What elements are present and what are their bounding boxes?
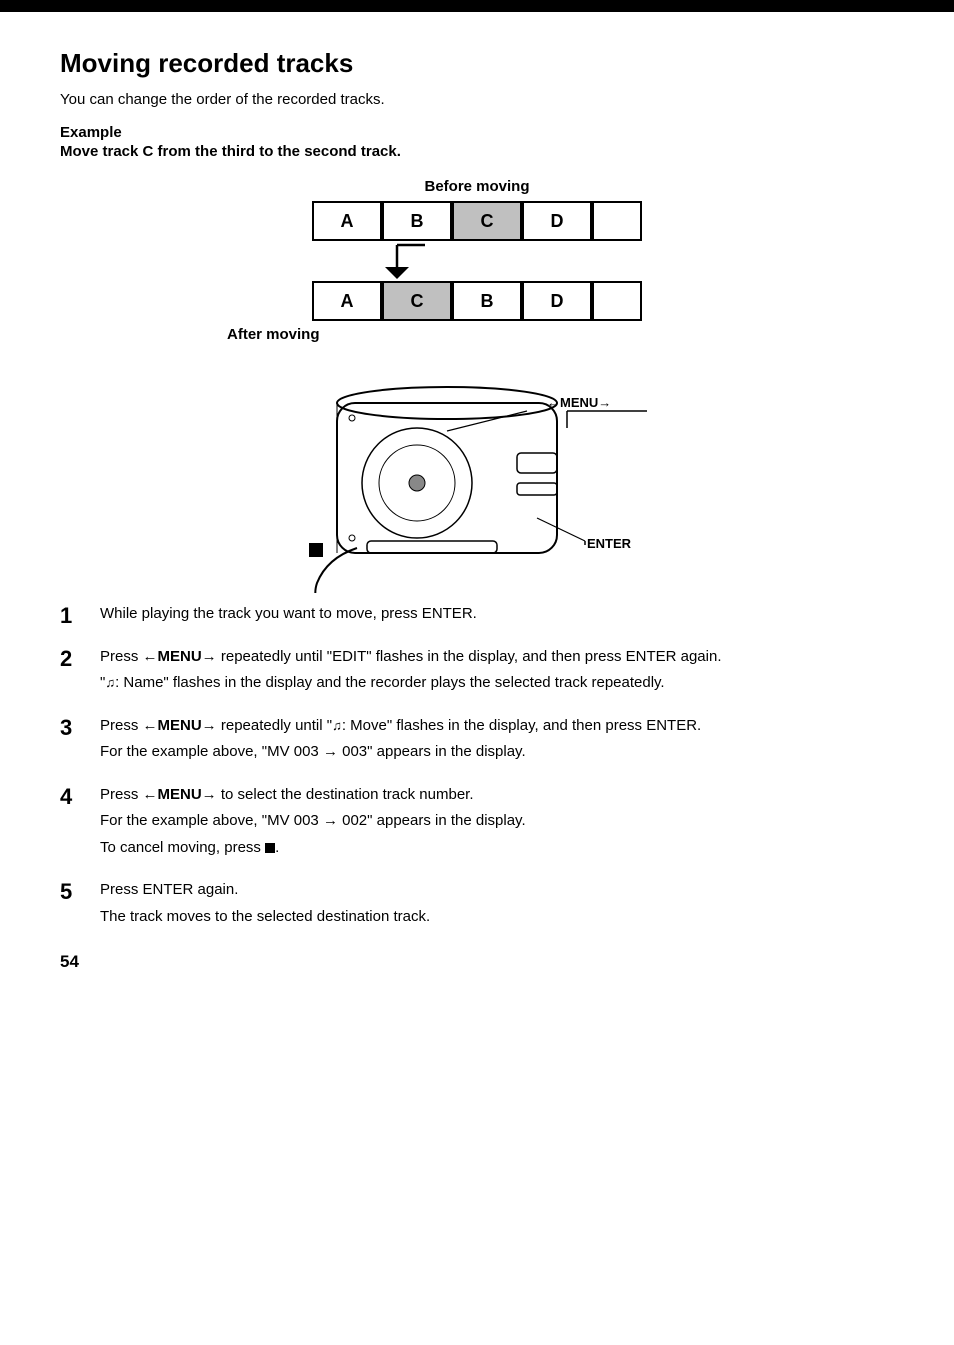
after-moving-label: After moving — [227, 326, 320, 343]
step-3-line-1: Press ←MENU→ repeatedly until "♫: Move" … — [100, 715, 894, 738]
step-1-line-1: While playing the track you want to move… — [100, 603, 894, 626]
stop-icon — [265, 843, 275, 853]
move-arrow-svg — [357, 241, 437, 281]
step-2-number: 2 — [60, 646, 90, 672]
example-subtitle: Move track C from the third to the secon… — [60, 143, 894, 160]
step-3-line-2: For the example above, "MV 003 → 003" ap… — [100, 741, 894, 764]
svg-text:ENTER: ENTER — [587, 536, 632, 551]
track-cell-after-d: D — [522, 281, 592, 321]
step-3-content: Press ←MENU→ repeatedly until "♫: Move" … — [100, 715, 894, 768]
step-4: 4 Press ←MENU→ to select the destination… — [60, 784, 894, 864]
step-5-line-1: Press ENTER again. — [100, 879, 894, 902]
device-illustration: ←MENU→ ENTER — [227, 353, 727, 593]
step-2-line-1: Press ←MENU→ repeatedly until "EDIT" fla… — [100, 646, 894, 669]
svg-text:←MENU→: ←MENU→ — [547, 395, 611, 410]
track-cell-before-a: A — [312, 201, 382, 241]
step-2-line-2: "♫: Name" flashes in the display and the… — [100, 672, 894, 695]
before-moving-label: Before moving — [424, 178, 529, 195]
track-cell-after-a: A — [312, 281, 382, 321]
step-3: 3 Press ←MENU→ repeatedly until "♫: Move… — [60, 715, 894, 768]
page-title: Moving recorded tracks — [60, 48, 894, 79]
track-cell-after-b: B — [452, 281, 522, 321]
menu-label-group: ←MENU→ — [447, 395, 647, 431]
step-5-content: Press ENTER again. The track moves to th… — [100, 879, 894, 932]
before-tracks-row: A B C D — [312, 201, 642, 241]
track-cell-before-c: C — [452, 201, 522, 241]
step-2: 2 Press ←MENU→ repeatedly until "EDIT" f… — [60, 646, 894, 699]
menu-arrow-icon-3: ←MENU→ — [143, 786, 217, 803]
step-5-line-2: The track moves to the selected destinat… — [100, 906, 894, 929]
track-cell-after-c: C — [382, 281, 452, 321]
step-1-number: 1 — [60, 603, 90, 629]
steps-section: 1 While playing the track you want to mo… — [60, 603, 894, 932]
top-bar — [0, 0, 954, 12]
between-arrow — [227, 241, 727, 281]
step-5: 5 Press ENTER again. The track moves to … — [60, 879, 894, 932]
step-5-number: 5 — [60, 879, 90, 905]
device-svg: ←MENU→ ENTER — [227, 353, 727, 593]
step-4-line-2: For the example above, "MV 003 → 002" ap… — [100, 810, 894, 833]
enter-label-group: ENTER — [537, 518, 632, 551]
step-4-content: Press ←MENU→ to select the destination t… — [100, 784, 894, 864]
track-cell-before-b: B — [382, 201, 452, 241]
page-number: 54 — [60, 952, 894, 972]
track-cell-after-empty — [592, 281, 642, 321]
track-diagram: Before moving A B C D A C B D After movi… — [227, 178, 727, 343]
after-tracks-row: A C B D — [312, 281, 642, 321]
menu-arrow-icon-2: ←MENU→ — [143, 717, 217, 734]
step-2-content: Press ←MENU→ repeatedly until "EDIT" fla… — [100, 646, 894, 699]
intro-text: You can change the order of the recorded… — [60, 91, 894, 108]
page: Moving recorded tracks You can change th… — [0, 0, 954, 1345]
step-4-line-1: Press ←MENU→ to select the destination t… — [100, 784, 894, 807]
track-cell-before-d: D — [522, 201, 592, 241]
step-4-line-3: To cancel moving, press . — [100, 837, 894, 860]
menu-arrow-icon: ←MENU→ — [143, 648, 217, 665]
step-4-number: 4 — [60, 784, 90, 810]
example-label: Example — [60, 124, 894, 141]
step-1-content: While playing the track you want to move… — [100, 603, 894, 630]
step-1: 1 While playing the track you want to mo… — [60, 603, 894, 630]
step-3-number: 3 — [60, 715, 90, 741]
track-cell-before-empty — [592, 201, 642, 241]
